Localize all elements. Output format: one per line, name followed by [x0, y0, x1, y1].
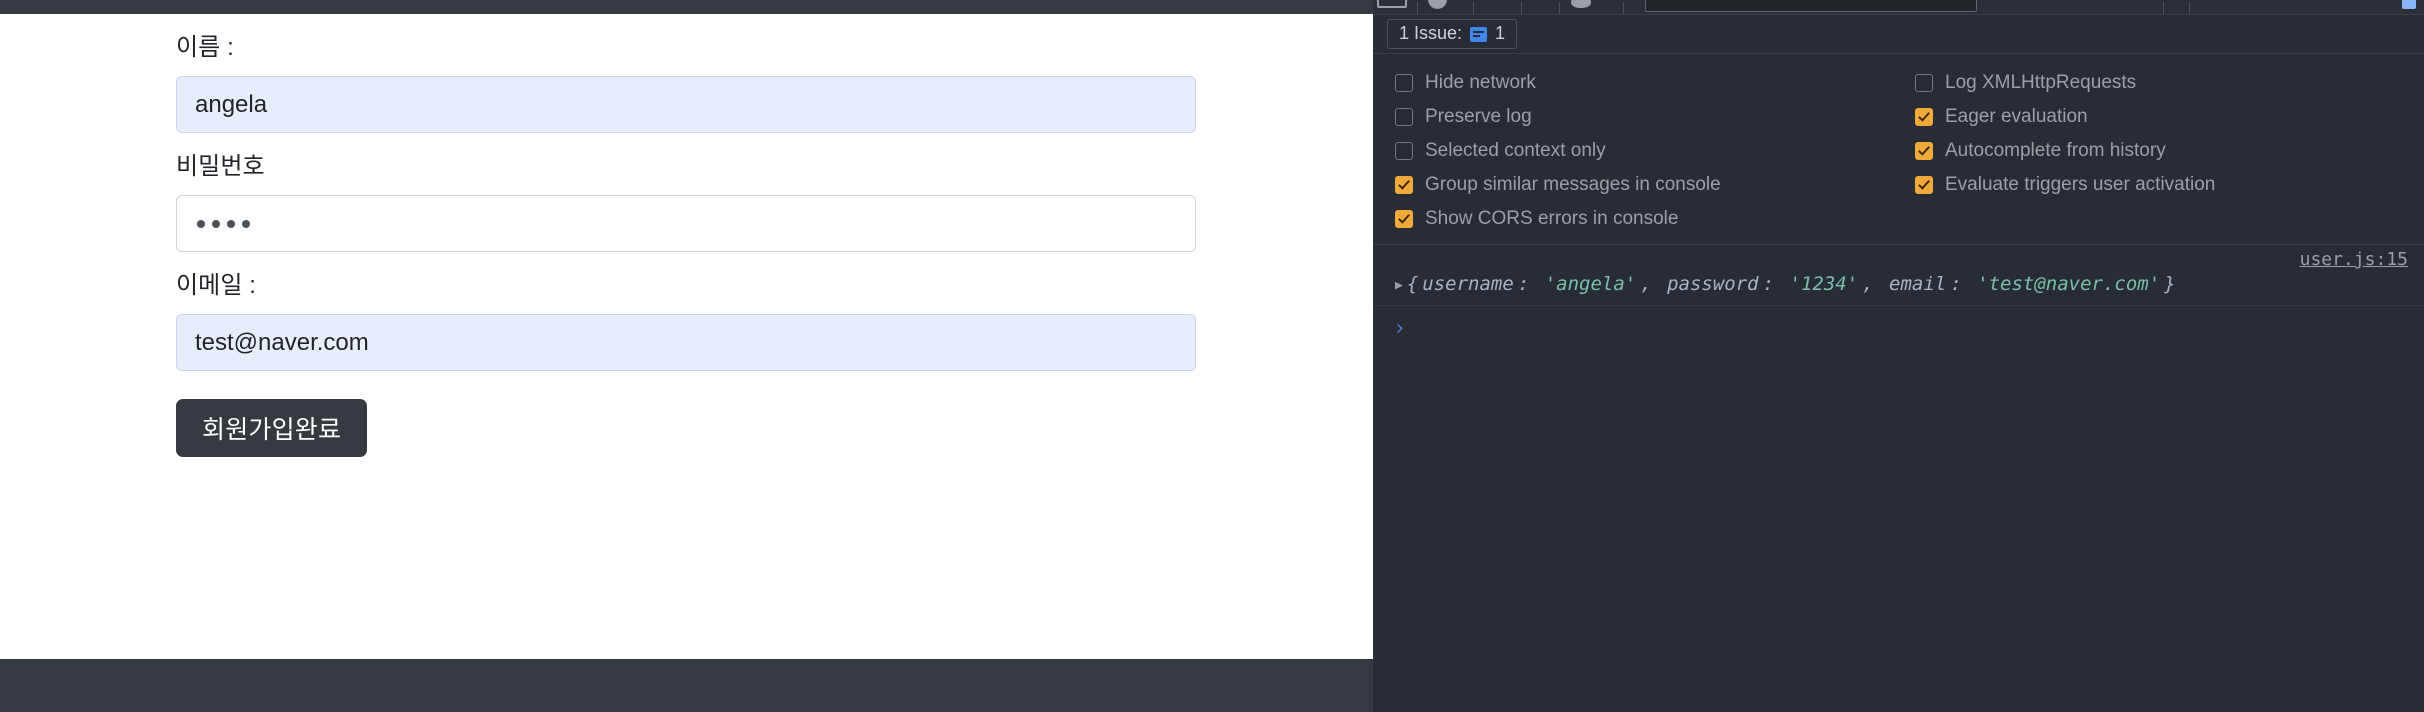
- setting-label: Selected context only: [1425, 139, 1606, 161]
- object-value: 'angela': [1544, 273, 1637, 295]
- object-key: username: [1422, 273, 1514, 295]
- object-separator: :: [1950, 273, 1974, 295]
- setting-label: Eager evaluation: [1945, 105, 2088, 127]
- issues-count: 1: [1495, 23, 1506, 44]
- setting-eager-evaluation[interactable]: Eager evaluation: [1915, 106, 2424, 128]
- checkbox-unchecked-icon[interactable]: [1395, 108, 1413, 126]
- object-separator: :: [1762, 273, 1786, 295]
- toolbar-separator: [2163, 2, 2164, 14]
- signup-form: 이름 : angela 비밀번호 이메일 : test@naver.com 회원…: [176, 14, 1196, 457]
- object-comma: ,: [1862, 273, 1886, 295]
- setting-label: Autocomplete from history: [1945, 139, 2166, 161]
- object-comma: ,: [1640, 273, 1664, 295]
- checkbox-unchecked-icon[interactable]: [1395, 74, 1413, 92]
- toolbar-separator: [1521, 2, 1522, 14]
- setting-label: Hide network: [1425, 71, 1536, 93]
- issues-bar: 1 Issue: 1: [1373, 15, 2424, 54]
- setting-label: Log XMLHttpRequests: [1945, 71, 2137, 93]
- signup-submit-button[interactable]: 회원가입완료: [176, 399, 368, 457]
- prompt-chevron-icon: ›: [1393, 316, 1407, 341]
- filter-icon[interactable]: [1428, 0, 1447, 9]
- input-email[interactable]: test@naver.com: [176, 314, 1196, 371]
- setting-selected-context-only[interactable]: Selected context only: [1395, 140, 1915, 162]
- label-email: 이메일 :: [176, 272, 257, 299]
- console-prompt-row[interactable]: ›: [1373, 306, 2424, 352]
- setting-autocomplete-from-history[interactable]: Autocomplete from history: [1915, 140, 2424, 162]
- page-footer-bar: [0, 659, 1373, 712]
- object-close-brace: }: [2164, 273, 2176, 295]
- toolbar-separator: [2189, 2, 2190, 14]
- object-value: 'test@naver.com': [1977, 273, 2161, 295]
- toolbar-separator: [1623, 2, 1624, 14]
- field-password: 비밀번호: [176, 133, 1196, 252]
- expand-triangle-icon[interactable]: ▶: [1395, 278, 1403, 293]
- checkbox-checked-icon[interactable]: [1395, 210, 1413, 228]
- setting-label: Evaluate triggers user activation: [1945, 173, 2216, 195]
- setting-label: Group similar messages in console: [1425, 173, 1721, 195]
- toolbar-separator: [1417, 2, 1418, 14]
- setting-group-similar-messages[interactable]: Group similar messages in console: [1395, 174, 1915, 196]
- field-username: 이름 : angela: [176, 14, 1196, 133]
- checkbox-checked-icon[interactable]: [1915, 108, 1933, 126]
- input-username[interactable]: angela: [176, 76, 1196, 133]
- console-log-row[interactable]: user.js:15 ▶ { username : 'angela' , pas…: [1373, 245, 2424, 306]
- console-filter-input[interactable]: [1645, 0, 1977, 12]
- settings-grid-spacer: [1915, 208, 2424, 230]
- object-key: email: [1889, 273, 1947, 295]
- setting-log-xmlhttprequests[interactable]: Log XMLHttpRequests: [1915, 72, 2424, 94]
- devtools-panel: 1 Issue: 1 Hide network Log XMLHttpReque…: [1373, 0, 2424, 712]
- web-page-pane: 이름 : angela 비밀번호 이메일 : test@naver.com 회원…: [0, 0, 1373, 712]
- object-separator: :: [1517, 273, 1541, 295]
- issues-badge[interactable]: 1 Issue: 1: [1387, 19, 1518, 49]
- settings-gear-icon[interactable]: [2402, 0, 2416, 9]
- checkbox-unchecked-icon[interactable]: [1915, 74, 1933, 92]
- checkbox-unchecked-icon[interactable]: [1395, 142, 1413, 160]
- message-icon: [1470, 26, 1488, 42]
- checkbox-checked-icon[interactable]: [1915, 176, 1933, 194]
- console-settings-grid: Hide network Log XMLHttpRequests Preserv…: [1373, 72, 2424, 230]
- issues-label: 1 Issue:: [1399, 23, 1463, 44]
- setting-evaluate-triggers-user-activation[interactable]: Evaluate triggers user activation: [1915, 174, 2424, 196]
- toolbar-separator: [1559, 2, 1560, 14]
- setting-label: Preserve log: [1425, 105, 1532, 127]
- logged-object: ▶ { username : 'angela' , password : '12…: [1395, 273, 2410, 295]
- label-username: 이름 :: [176, 34, 234, 61]
- toolbar-separator: [1473, 2, 1474, 14]
- setting-hide-network[interactable]: Hide network: [1395, 72, 1915, 94]
- input-password[interactable]: [176, 195, 1196, 252]
- field-email: 이메일 : test@naver.com: [176, 252, 1196, 371]
- setting-show-cors-errors[interactable]: Show CORS errors in console: [1395, 208, 1915, 230]
- password-mask-dots: [195, 219, 250, 228]
- object-open-brace: {: [1406, 273, 1419, 295]
- devtools-toolbar: [1373, 0, 2424, 15]
- source-link[interactable]: user.js:15: [2300, 249, 2408, 270]
- clear-console-icon[interactable]: [1377, 0, 1407, 8]
- eye-icon[interactable]: [1571, 0, 1591, 8]
- page-top-bar: [0, 0, 1373, 14]
- console-settings-pane: Hide network Log XMLHttpRequests Preserv…: [1373, 54, 2424, 245]
- checkbox-checked-icon[interactable]: [1915, 142, 1933, 160]
- screen: 이름 : angela 비밀번호 이메일 : test@naver.com 회원…: [0, 0, 2424, 712]
- object-value: '1234': [1789, 273, 1859, 295]
- checkbox-checked-icon[interactable]: [1395, 176, 1413, 194]
- console-output: user.js:15 ▶ { username : 'angela' , pas…: [1373, 245, 2424, 352]
- label-password: 비밀번호: [176, 153, 265, 180]
- object-key: password: [1667, 273, 1759, 295]
- setting-label: Show CORS errors in console: [1425, 207, 1679, 229]
- console-input[interactable]: [1416, 318, 2410, 340]
- setting-preserve-log[interactable]: Preserve log: [1395, 106, 1915, 128]
